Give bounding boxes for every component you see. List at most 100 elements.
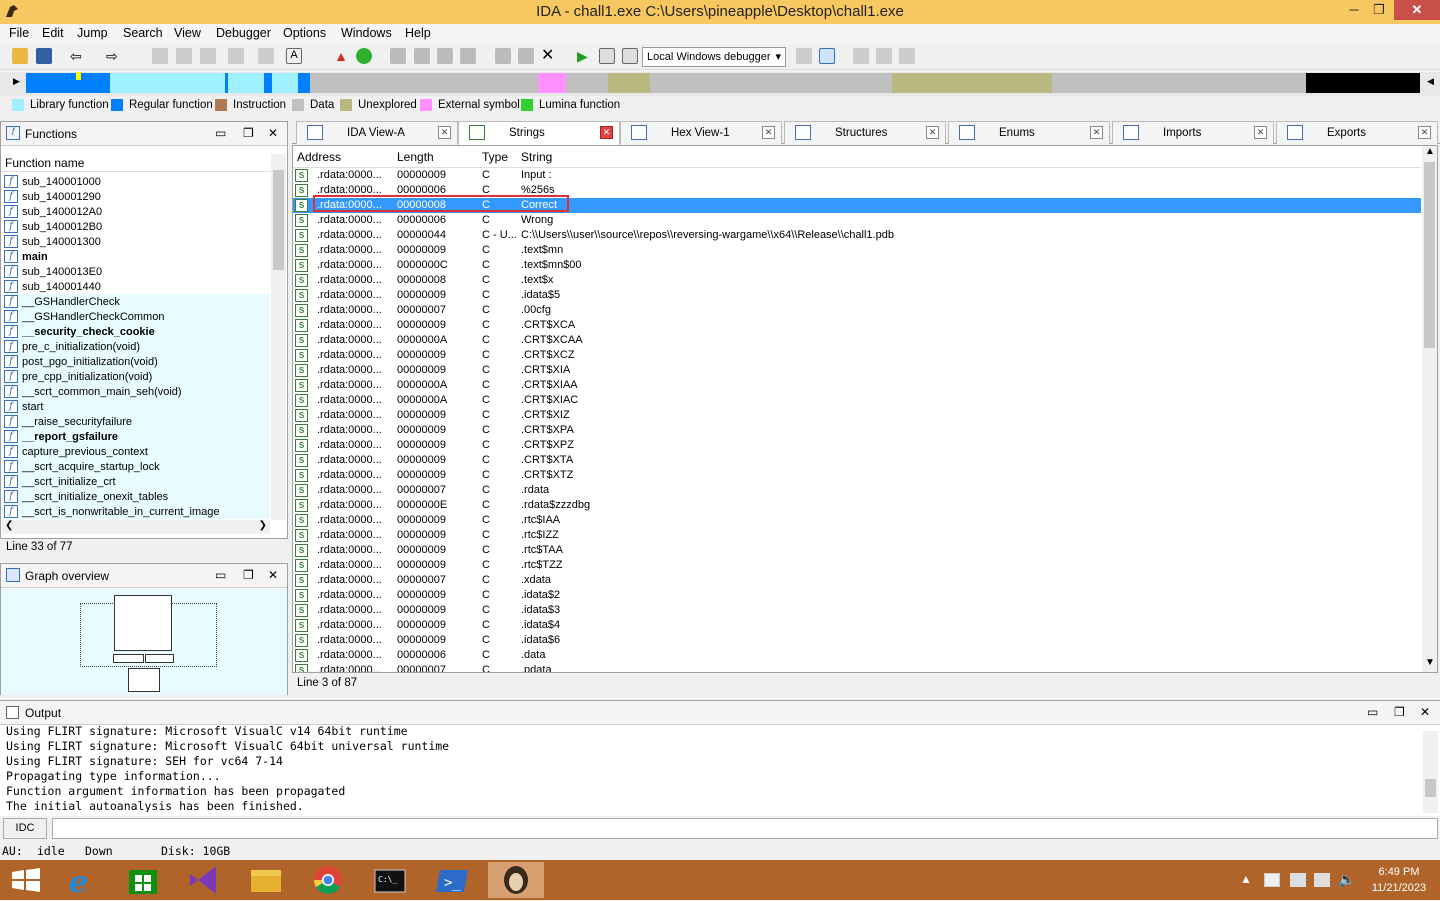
immediate-icon[interactable]	[228, 48, 244, 64]
string-row[interactable]: S .rdata:0000... 00000009 C .CRT$XIA	[293, 363, 1421, 378]
string-row[interactable]: S .rdata:0000... 0000000C C .text$mn$00	[293, 258, 1421, 273]
minimize-button[interactable]: ─	[1340, 0, 1368, 20]
volume-icon[interactable]: 🔈	[1338, 871, 1355, 888]
string-row[interactable]: S .rdata:0000... 00000009 C .CRT$XTZ	[293, 468, 1421, 483]
network-icon[interactable]	[1314, 873, 1330, 887]
pause-icon[interactable]	[599, 48, 615, 64]
function-item[interactable]: f __GSHandlerCheckCommon	[2, 309, 270, 324]
tab-close-icon[interactable]: ✕	[762, 126, 775, 139]
string-row[interactable]: S .rdata:0000... 0000000A C .CRT$XIAC	[293, 393, 1421, 408]
function-item[interactable]: f sub_140001440	[2, 279, 270, 294]
function-item[interactable]: f __scrt_initialize_crt	[2, 474, 270, 489]
functions-scrollbar[interactable]	[271, 154, 286, 520]
tab-close-icon[interactable]: ✕	[1090, 126, 1103, 139]
text-search-icon[interactable]	[176, 48, 192, 64]
string-row[interactable]: S .rdata:0000... 0000000A C .CRT$XIAA	[293, 378, 1421, 393]
strings-list[interactable]: S .rdata:0000... 00000009 C Input : S .rdata:…	[293, 168, 1421, 672]
column-string[interactable]: String	[521, 150, 552, 164]
warning-icon[interactable]: ▲	[333, 48, 349, 64]
store-icon[interactable]	[117, 862, 169, 898]
string-row[interactable]: S .rdata:0000... 00000009 C .CRT$XPA	[293, 423, 1421, 438]
function-item[interactable]: f pre_c_initialization(void)	[2, 339, 270, 354]
plugin-icon[interactable]	[876, 48, 892, 64]
function-item[interactable]: f capture_previous_context	[2, 444, 270, 459]
graph-icon[interactable]	[853, 48, 869, 64]
menu-view[interactable]: View	[174, 26, 201, 40]
string-row[interactable]: S .rdata:0000... 00000009 C .idata$2	[293, 588, 1421, 603]
function-name-column-header[interactable]: Function name	[2, 152, 286, 172]
idc-input[interactable]	[52, 818, 1438, 839]
save-icon[interactable]	[36, 48, 52, 64]
string-row[interactable]: S .rdata:0000... 0000000A C .CRT$XCAA	[293, 333, 1421, 348]
function-item[interactable]: f sub_1400012A0	[2, 204, 270, 219]
menu-search[interactable]: Search	[123, 26, 163, 40]
string-row[interactable]: S .rdata:0000... 00000007 C .00cfg	[293, 303, 1421, 318]
function-item[interactable]: f __scrt_common_main_seh(void)	[2, 384, 270, 399]
panel-minimize-icon[interactable]: ▭	[1367, 705, 1378, 719]
string-row[interactable]: S .rdata:0000... 00000007 C .pdata	[293, 663, 1421, 672]
function-item[interactable]: f __report_gsfailure	[2, 429, 270, 444]
column-type[interactable]: Type	[482, 150, 508, 164]
output-scrollbar-thumb[interactable]	[1425, 779, 1436, 797]
string-row[interactable]: S .rdata:0000... 00000007 C .rdata	[293, 483, 1421, 498]
trace-icon[interactable]	[819, 48, 835, 64]
string-row[interactable]: S .rdata:0000... 00000009 C .idata$5	[293, 288, 1421, 303]
tab-imports[interactable]: Imports ✕	[1112, 121, 1274, 144]
string-row[interactable]: S .rdata:0000... 00000009 C .rtc$TZZ	[293, 558, 1421, 573]
array-icon[interactable]	[460, 48, 476, 64]
output-scrollbar[interactable]	[1423, 731, 1438, 813]
string-row[interactable]: S .rdata:0000... 00000009 C .text$mn	[293, 243, 1421, 258]
string-row[interactable]: S .rdata:0000... 00000009 C .idata$6	[293, 633, 1421, 648]
tab-close-icon[interactable]: ✕	[926, 126, 939, 139]
string-row[interactable]: S .rdata:0000... 00000009 C .CRT$XTA	[293, 453, 1421, 468]
function-item[interactable]: f __scrt_initialize_onexit_tables	[2, 489, 270, 504]
function-item[interactable]: f __scrt_acquire_startup_lock	[2, 459, 270, 474]
data-icon[interactable]	[414, 48, 430, 64]
functions-list[interactable]: f sub_140001000 f sub_140001290 f sub_1400012…	[2, 174, 270, 520]
scroll-down-icon[interactable]: ▼	[1425, 657, 1435, 668]
function-item[interactable]: f sub_140001000	[2, 174, 270, 189]
binary-icon[interactable]	[152, 48, 168, 64]
column-length[interactable]: Length	[397, 150, 434, 164]
nav-right-arrow-icon[interactable]: ◀	[1427, 76, 1434, 87]
string-row[interactable]: S .rdata:0000... 00000007 C .xdata	[293, 573, 1421, 588]
string-row[interactable]: S .rdata:0000... 00000008 C .text$x	[293, 273, 1421, 288]
function-item[interactable]: f __security_check_cookie	[2, 324, 270, 339]
tray-show-hidden-icon[interactable]: ▲	[1240, 872, 1252, 886]
panel-float-icon[interactable]: ❐	[1394, 705, 1405, 719]
open-icon[interactable]	[12, 48, 28, 64]
nav-left-arrow-icon[interactable]: ▶	[13, 76, 20, 87]
function-item[interactable]: f main	[2, 249, 270, 264]
ie-icon[interactable]: e	[56, 862, 108, 900]
function-item[interactable]: f post_pgo_initialization(void)	[2, 354, 270, 369]
tab-close-icon[interactable]: ✕	[600, 126, 613, 139]
tab-structures[interactable]: Structures ✕	[784, 121, 946, 144]
string-row[interactable]: S .rdata:0000... 00000009 C .idata$4	[293, 618, 1421, 633]
string-row[interactable]: S .rdata:0000... 00000009 C .CRT$XCA	[293, 318, 1421, 333]
strings-scrollbar-thumb[interactable]	[1424, 162, 1435, 348]
tab-ida-view-a[interactable]: IDA View-A ✕	[296, 121, 458, 144]
close-button[interactable]: ✕	[1394, 0, 1440, 20]
string-row[interactable]: S .rdata:0000... 00000009 C .CRT$XCZ	[293, 348, 1421, 363]
column-address[interactable]: Address	[297, 150, 341, 164]
menu-file[interactable]: File	[9, 26, 29, 40]
tab-exports[interactable]: Exports ✕	[1276, 121, 1438, 144]
function-item[interactable]: f __GSHandlerCheck	[2, 294, 270, 309]
function-item[interactable]: f sub_140001300	[2, 234, 270, 249]
debugger-select[interactable]: Local Windows debugger ▾	[642, 47, 786, 67]
string-row[interactable]: S .rdata:0000... 00000009 C .rtc$TAA	[293, 543, 1421, 558]
menu-edit[interactable]: Edit	[42, 26, 64, 40]
functions-hscrollbar[interactable]: ❮ ❯	[2, 520, 270, 534]
breakpoint-icon[interactable]	[796, 48, 812, 64]
panel-close-icon[interactable]: ✕	[268, 568, 278, 582]
menu-jump[interactable]: Jump	[77, 26, 108, 40]
undefine-icon[interactable]: ✕	[541, 48, 557, 64]
search-icon[interactable]	[200, 48, 216, 64]
code-icon[interactable]	[390, 48, 406, 64]
start-icon[interactable]	[0, 862, 52, 898]
string-row[interactable]: S .rdata:0000... 00000009 C .CRT$XPZ	[293, 438, 1421, 453]
panel-minimize-icon[interactable]: ▭	[215, 568, 226, 582]
green-circle-icon[interactable]	[356, 48, 372, 64]
forward-icon[interactable]: ⇨	[106, 48, 122, 64]
strings-scrollbar[interactable]: ▲ ▼	[1422, 146, 1437, 672]
